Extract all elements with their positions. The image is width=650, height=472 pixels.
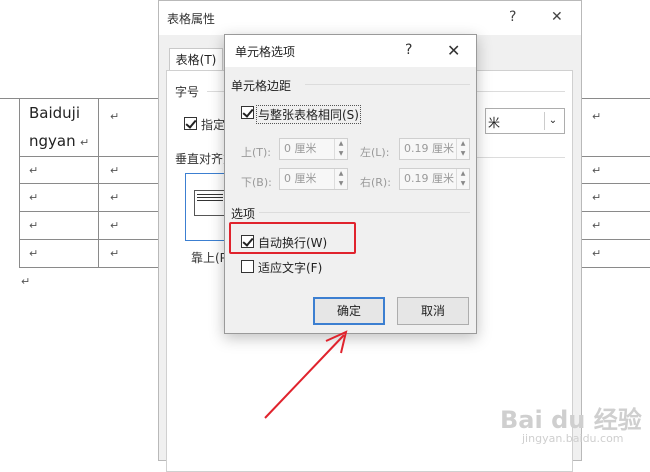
watermark-logo: Bai du 经验: [500, 406, 642, 434]
annotation-arrow-icon: [264, 330, 348, 419]
watermark-url: jingyan.baidu.com: [522, 432, 624, 445]
